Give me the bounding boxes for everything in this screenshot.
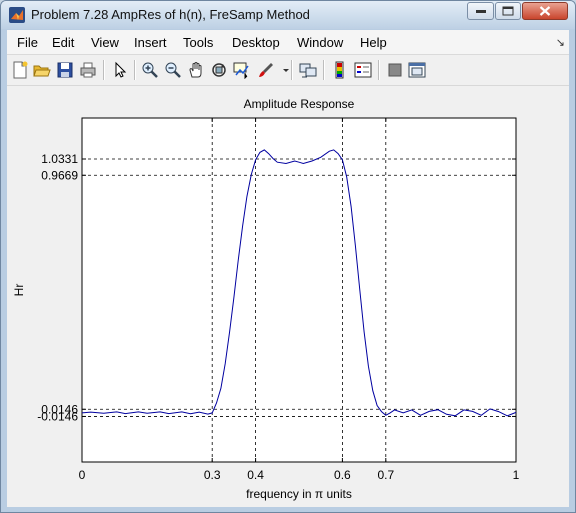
matlab-app-icon (9, 7, 25, 23)
toolbar-separator (291, 60, 293, 80)
menu-help[interactable]: Help (360, 35, 387, 50)
y-tick-label: 0.9669 (41, 168, 78, 182)
plot-area[interactable] (82, 118, 516, 462)
rotate-3d-icon[interactable] (210, 61, 228, 79)
menu-tools[interactable]: Tools (183, 35, 213, 50)
figure-window: Problem 7.28 AmpRes of h(n), FreSamp Met… (0, 0, 576, 513)
menu-file[interactable]: File (17, 35, 38, 50)
figure-client-area: File Edit View Insert Tools Desktop Wind… (7, 30, 569, 507)
x-tick-label: 0.3 (204, 468, 221, 482)
colorbar-icon[interactable] (331, 61, 349, 79)
menu-edit[interactable]: Edit (52, 35, 74, 50)
x-tick-label: 0.4 (247, 468, 264, 482)
figure-toolbar (7, 55, 569, 86)
show-plot-tools-icon[interactable] (408, 61, 426, 79)
toolbar-separator (134, 60, 136, 80)
chart-title: Amplitude Response (244, 97, 355, 111)
save-icon[interactable] (56, 61, 74, 79)
y-tick-label: 0.0146 (41, 402, 78, 416)
x-tick-label: 0 (79, 468, 86, 482)
toolbar-separator (378, 60, 380, 80)
minimize-icon (475, 10, 486, 13)
toolbar-separator (103, 60, 105, 80)
pointer-icon[interactable] (111, 61, 129, 79)
zoom-in-icon[interactable] (141, 61, 159, 79)
menu-window[interactable]: Window (297, 35, 343, 50)
legend-icon[interactable] (354, 61, 372, 79)
brush-dropdown-icon[interactable] (277, 61, 289, 79)
x-tick-label: 0.6 (334, 468, 351, 482)
data-cursor-icon[interactable] (233, 61, 251, 79)
open-file-icon[interactable] (33, 61, 51, 79)
window-title: Problem 7.28 AmpRes of h(n), FreSamp Met… (31, 7, 310, 22)
maximize-button[interactable] (495, 2, 521, 20)
y-tick-label: 1.0331 (41, 152, 78, 166)
x-tick-label: 0.7 (377, 468, 394, 482)
title-bar: Problem 7.28 AmpRes of h(n), FreSamp Met… (1, 1, 575, 29)
toolbar-separator (323, 60, 325, 80)
pan-icon[interactable] (187, 61, 205, 79)
menu-bar: File Edit View Insert Tools Desktop Wind… (7, 30, 569, 55)
new-figure-icon[interactable] (11, 61, 29, 79)
close-button[interactable] (522, 2, 568, 20)
x-axis-label: frequency in π units (246, 487, 352, 501)
maximize-icon (502, 6, 514, 16)
figure-canvas: 0 0.3 0.4 0.6 0.7 1 -0.0146 0.0146 0.9669 1.0331 A… (7, 86, 569, 507)
zoom-out-icon[interactable] (164, 61, 182, 79)
hide-plot-tools-icon[interactable] (386, 61, 404, 79)
amplitude-response-plot[interactable]: 0 0.3 0.4 0.6 0.7 1-0.01460.01460.96691.0331A… (7, 86, 569, 507)
minimize-button[interactable] (467, 2, 494, 20)
brush-icon[interactable] (257, 61, 275, 79)
menu-view[interactable]: View (91, 35, 119, 50)
menu-desktop[interactable]: Desktop (232, 35, 280, 50)
menu-insert[interactable]: Insert (134, 35, 167, 50)
link-icon[interactable] (299, 61, 317, 79)
y-axis-label: Hr (12, 284, 26, 297)
dock-arrow-icon[interactable]: ↘ (556, 36, 565, 49)
close-icon (539, 6, 551, 16)
x-tick-label: 1 (513, 468, 520, 482)
print-icon[interactable] (79, 61, 97, 79)
